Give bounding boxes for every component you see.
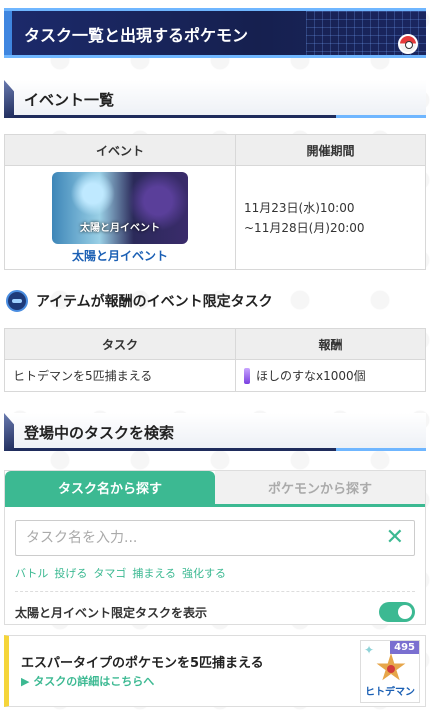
reward-text: ほしのすなx1000個	[256, 368, 366, 383]
pokeball-icon	[398, 34, 418, 54]
event-banner-image[interactable]: 太陽と月イベント	[52, 171, 188, 244]
item-task-heading-text: アイテムが報酬のイベント限定タスク	[36, 294, 273, 310]
tab-task-name[interactable]: タスク名から探す	[5, 471, 215, 504]
search-tabs: タスク名から探す ポケモンから探す	[5, 471, 425, 504]
item-badge-icon	[6, 290, 28, 312]
shiny-sparkle-icon: ✦	[364, 643, 375, 657]
reward-cell: ほしのすなx1000個	[235, 359, 426, 392]
period-start: 11月23日(水)10:00	[244, 201, 355, 215]
column-header-task: タスク	[4, 328, 236, 360]
item-task-heading: アイテムが報酬のイベント限定タスク	[6, 288, 273, 314]
column-header-reward: 報酬	[235, 328, 426, 360]
task-detail-link[interactable]: ▶ タスクの詳細はこちらへ	[21, 673, 154, 689]
event-section-header: イベント一覧	[4, 80, 426, 118]
event-section-title: イベント一覧	[24, 91, 115, 109]
pokemon-thumbnail[interactable]: ✦ 495 ヒトデマン	[360, 640, 420, 703]
task-cell: ヒトデマンを5匹捕まえる	[4, 359, 236, 392]
table-row: ヒトデマンを5匹捕まえる ほしのすなx1000個	[4, 359, 426, 392]
task-card-title: エスパータイプのポケモンを5匹捕まえる	[21, 656, 264, 671]
column-header-event: イベント	[4, 134, 236, 166]
task-table: タスク 報酬 ヒトデマンを5匹捕まえる ほしのすなx1000個	[4, 328, 426, 392]
column-header-period: 開催期間	[235, 134, 426, 166]
tag-catch[interactable]: 捕まえる	[132, 565, 176, 581]
event-link[interactable]: 太陽と月イベント	[13, 247, 227, 264]
task-search-input[interactable]	[16, 521, 356, 555]
search-panel: タスク名から探す ポケモンから探す ✕ バトル 投げる タマゴ 捕まえる 強化す…	[4, 470, 426, 625]
tag-battle[interactable]: バトル	[15, 565, 48, 581]
table-row: 太陽と月イベント 太陽と月イベント 11月23日(水)10:00 ~11月28日…	[4, 165, 426, 270]
tag-throw[interactable]: 投げる	[54, 565, 87, 581]
task-card[interactable]: エスパータイプのポケモンを5匹捕まえる ▶ タスクの詳細はこちらへ ✦ 495 …	[4, 635, 426, 707]
staryu-icon	[376, 653, 406, 681]
cp-badge: 495	[390, 641, 419, 654]
period-end: ~11月28日(月)20:00	[244, 221, 365, 235]
page-title: タスク一覧と出現するポケモン	[24, 26, 249, 45]
event-image-title: 太陽と月イベント	[80, 222, 160, 234]
event-filter-label: 太陽と月イベント限定タスクを表示	[15, 605, 208, 620]
search-section-title: 登場中のタスクを検索	[24, 424, 175, 442]
stardust-icon	[244, 368, 250, 385]
search-section-header: 登場中のタスクを検索	[4, 413, 426, 451]
tab-pokemon[interactable]: ポケモンから探す	[215, 471, 425, 504]
search-box: ✕	[15, 520, 415, 556]
page-banner: タスク一覧と出現するポケモン	[4, 8, 426, 58]
event-filter-row: 太陽と月イベント限定タスクを表示	[15, 591, 415, 622]
tag-egg[interactable]: タマゴ	[93, 565, 126, 581]
event-cell: 太陽と月イベント 太陽と月イベント	[4, 165, 236, 270]
event-table: イベント 開催期間 太陽と月イベント 太陽と月イベント 11月23日(水)10:…	[4, 134, 426, 270]
period-cell: 11月23日(水)10:00 ~11月28日(月)20:00	[235, 165, 426, 270]
close-icon[interactable]: ✕	[386, 526, 404, 550]
tag-power-up[interactable]: 強化する	[182, 565, 226, 581]
search-tag-list: バトル 投げる タマゴ 捕まえる 強化する	[15, 565, 415, 581]
pokemon-name: ヒトデマン	[365, 687, 415, 698]
event-filter-toggle[interactable]	[379, 602, 415, 622]
